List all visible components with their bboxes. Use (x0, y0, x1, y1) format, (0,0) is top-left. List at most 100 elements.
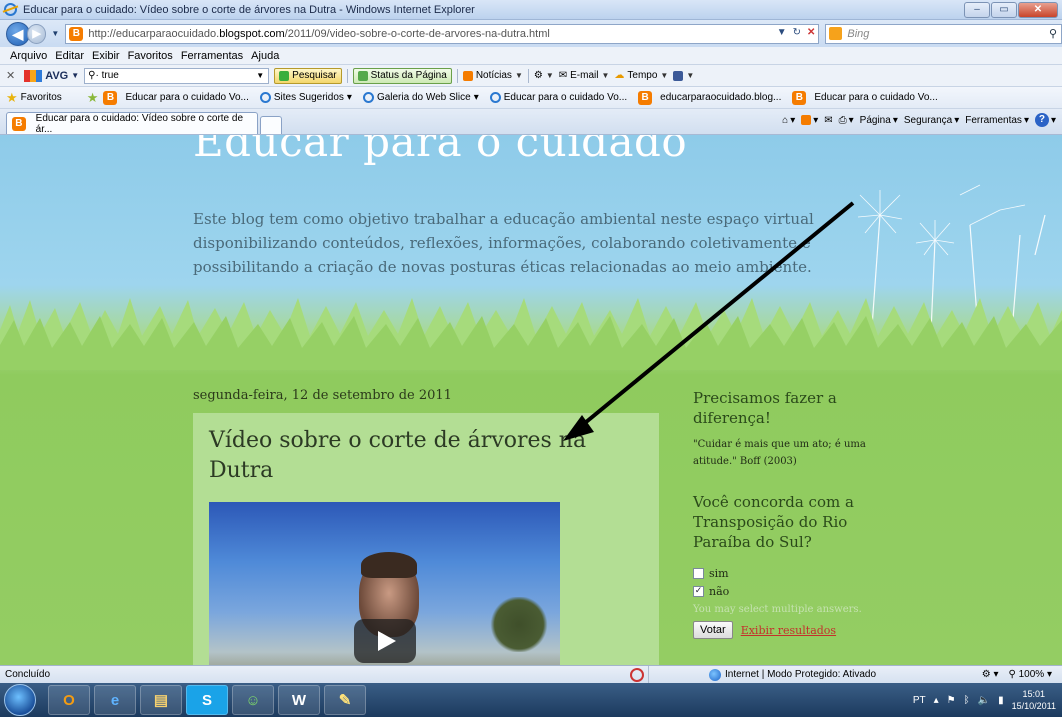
facebook-icon (673, 70, 684, 81)
language-indicator[interactable]: PT (913, 695, 926, 706)
word-icon[interactable]: W (278, 685, 320, 715)
checkbox-sim[interactable] (693, 567, 704, 579)
clock[interactable]: 15:01 15/10/2011 (1012, 688, 1056, 712)
messenger-icon[interactable]: ☺ (232, 685, 274, 715)
outlook-icon[interactable]: O (48, 685, 90, 715)
command-bar: ⌂ ▾ ▾ ✉ ⎙ ▾ Página ▾ Segurança ▾ Ferramentas… (782, 113, 1056, 127)
add-favorite-icon[interactable]: ★ (87, 90, 99, 106)
forward-button[interactable]: ▶ (26, 23, 47, 44)
weather-button[interactable]: ☁ Tempo ▼ (614, 70, 668, 81)
history-dropdown-icon[interactable]: ▼ (51, 29, 59, 38)
blog-title[interactable]: Educar para o cuidado (193, 135, 687, 166)
envelope-icon: ✉ (558, 70, 568, 81)
minimize-button[interactable]: – (964, 2, 990, 18)
envelope-icon: ✉ (824, 114, 833, 126)
facebook-button[interactable]: ▼ (673, 70, 694, 81)
pesquisar-button[interactable]: Pesquisar (274, 67, 342, 84)
url-field[interactable]: B http://educarparaocuidado.blogspot.com… (65, 23, 820, 44)
flag-icon[interactable]: ⚑ (947, 695, 956, 706)
search-icon: ⚲· (88, 70, 99, 81)
maximize-button[interactable]: ▭ (991, 2, 1017, 18)
zoom-control[interactable]: ⚲ 100% ▾ (1009, 669, 1053, 680)
favorite-item[interactable]: Educar para o cuidado Vo... (489, 92, 627, 103)
window-title: Educar para o cuidado: Vídeo sobre o cor… (23, 3, 475, 16)
printer-icon: ⎙ (838, 114, 847, 126)
stop-icon[interactable]: ✕ (807, 27, 815, 38)
paint-icon[interactable]: ✎ (324, 685, 366, 715)
menu-arquivo[interactable]: Arquivo (10, 50, 47, 62)
post-title[interactable]: Vídeo sobre o corte de árvores na Dutra (209, 426, 629, 486)
vote-button[interactable]: Votar (693, 621, 733, 639)
avg-search-input[interactable]: ⚲· true ▼ (84, 67, 270, 84)
search-input[interactable]: Bing ⚲ (825, 23, 1062, 44)
favorite-item[interactable]: Galeria do Web Slice ▾ (362, 92, 479, 103)
system-tray: PT ▴ ⚑ ᛒ 🔈 ▮ 15:01 15/10/2011 (913, 683, 1056, 717)
poll-title: Você concorda com a Transposição do Rio … (693, 493, 854, 551)
window-controls: – ▭ ✕ (964, 2, 1058, 18)
video-player[interactable] (209, 502, 560, 665)
folder-icon[interactable]: ▤ (140, 685, 182, 715)
page-menu[interactable]: Página ▾ (860, 115, 898, 126)
post-date: segunda-feira, 12 de setembro de 2011 (193, 388, 452, 403)
start-button[interactable] (4, 684, 36, 716)
tab-label: Educar para o cuidado: Vídeo sobre o cor… (35, 112, 244, 135)
help-button[interactable]: ? ▾ (1034, 113, 1056, 127)
tools-dropdown[interactable]: ⚙ ▼ (534, 70, 554, 81)
title-bar: Educar para o cuidado: Vídeo sobre o cor… (0, 0, 1062, 20)
favorite-item[interactable]: B Educar para o cuidado Vo... (103, 90, 249, 105)
email-button[interactable]: ✉ E-mail ▼ (559, 70, 610, 81)
menu-exibir[interactable]: Exibir (92, 50, 120, 62)
news-button[interactable]: Notícias ▼ (462, 70, 523, 81)
toolbar-close-icon[interactable]: ✕ (6, 69, 15, 82)
refresh-icon[interactable]: ↻ (793, 27, 801, 38)
url-text: http://educarparaocuidado.blogspot.com/2… (88, 27, 550, 40)
menu-favoritos[interactable]: Favoritos (128, 50, 173, 62)
tab-active[interactable]: B Educar para o cuidado: Vídeo sobre o c… (6, 112, 258, 135)
show-hidden-icons-icon[interactable]: ▴ (934, 695, 939, 706)
sidebar: Precisamos fazer a diferença! "Cuidar é … (693, 388, 883, 639)
blog-post: Vídeo sobre o corte de árvores na Dutra (193, 413, 659, 665)
bluetooth-icon[interactable]: ᛒ (964, 695, 970, 706)
menu-ferramentas[interactable]: Ferramentas (181, 50, 243, 62)
mail-button[interactable]: ✉ (824, 115, 832, 126)
quote-text: "Cuidar é mais que um ato; é uma atitude… (693, 439, 866, 467)
new-tab-button[interactable] (260, 116, 282, 134)
security-zone[interactable]: Internet | Modo Protegido: Ativado (648, 665, 876, 684)
ie-page-icon (362, 92, 374, 103)
menu-editar[interactable]: Editar (55, 50, 84, 62)
volume-icon[interactable]: 🔈 (978, 695, 990, 706)
favorite-item[interactable]: Beducarparaocuidado.blog... (638, 90, 781, 105)
show-results-link[interactable]: Exibir resultados (741, 624, 836, 637)
internet-explorer-icon[interactable]: e (94, 685, 136, 715)
url-dropdown-icon[interactable]: ▼ (777, 27, 787, 38)
globe-icon (709, 668, 721, 681)
security-menu[interactable]: Segurança ▾ (904, 115, 959, 126)
favorite-item[interactable]: Sites Sugeridos ▾ (259, 92, 352, 103)
favorites-button[interactable]: ★ Favoritos (6, 90, 62, 106)
poll-option[interactable]: sim (693, 564, 883, 582)
network-icon[interactable]: ▮ (998, 695, 1004, 706)
poll-options: sim ✓ não (693, 564, 883, 600)
grass-decoration (0, 298, 1062, 370)
close-button[interactable]: ✕ (1018, 2, 1058, 18)
protection-icon[interactable]: ⚙ ▾ (982, 669, 999, 680)
avg-logo[interactable]: AVG ▼ (24, 69, 79, 82)
privacy-icon[interactable] (630, 667, 644, 682)
divider (346, 68, 348, 83)
search-icon[interactable]: ⚲ (1049, 27, 1057, 40)
menu-ajuda[interactable]: Ajuda (251, 50, 279, 62)
favorite-item[interactable]: B Educar para o cuidado Vo... (792, 90, 938, 105)
print-button[interactable]: ⎙ ▾ (839, 115, 854, 126)
skype-icon[interactable]: S (186, 685, 228, 715)
blogger-favicon-icon: B (12, 116, 26, 131)
home-button[interactable]: ⌂ ▾ (782, 115, 795, 126)
checkbox-nao[interactable]: ✓ (693, 585, 704, 597)
play-icon[interactable] (354, 619, 416, 663)
page-status-button[interactable]: Status da Página (352, 67, 452, 84)
chevron-down-icon[interactable]: ▼ (256, 71, 264, 80)
tools-menu[interactable]: Ferramentas ▾ (965, 115, 1029, 126)
feeds-button[interactable]: ▾ (801, 115, 818, 126)
weather-icon: ☁ (614, 70, 625, 81)
poll-option[interactable]: ✓ não (693, 582, 883, 600)
video-thumbnail-tree (489, 597, 549, 652)
